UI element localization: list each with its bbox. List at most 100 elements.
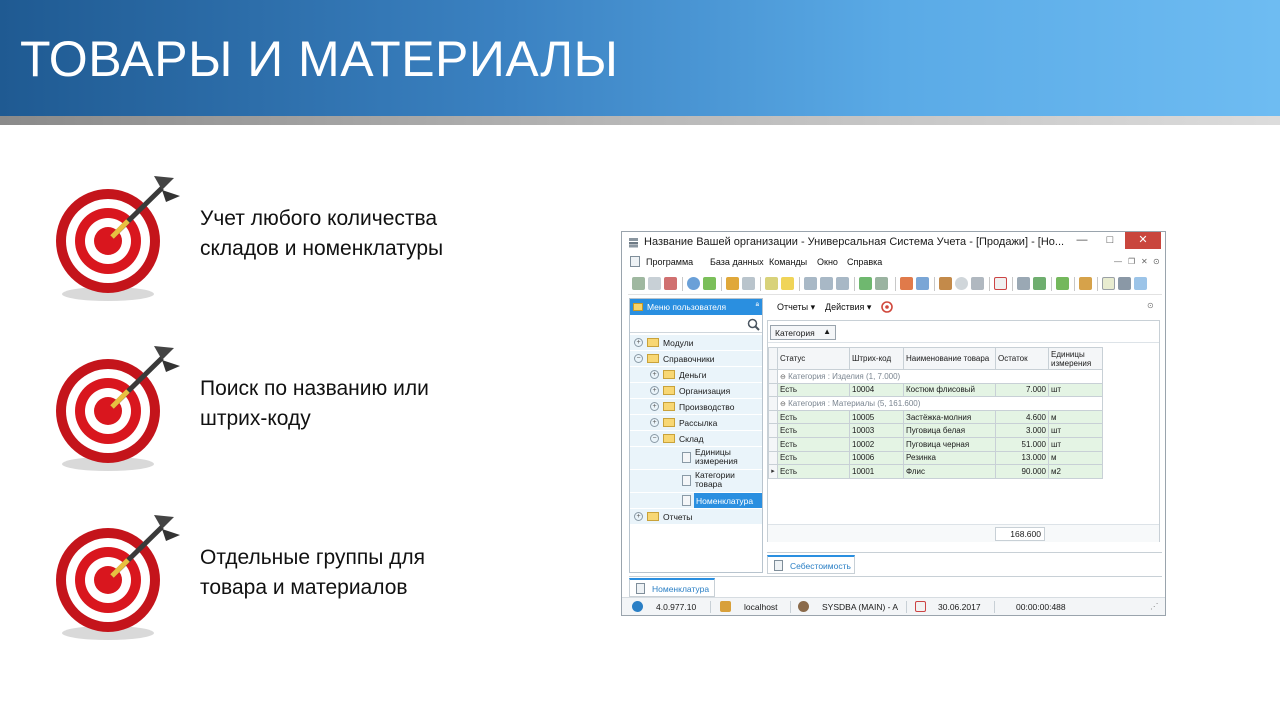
chart-icon[interactable] <box>1056 277 1069 290</box>
collapse-icon[interactable]: ⊙ <box>1153 257 1160 266</box>
tree-item-money[interactable]: + Деньги <box>630 367 762 382</box>
delete-icon[interactable] <box>664 277 677 290</box>
collapse-icon[interactable]: − <box>634 354 643 363</box>
search-icon[interactable] <box>747 318 760 331</box>
table-row[interactable]: Есть 10006 Резинка 13.000 м <box>768 450 1103 466</box>
filter-icon[interactable] <box>726 277 739 290</box>
inventory-icon[interactable] <box>939 277 952 290</box>
expand-icon[interactable]: + <box>634 338 643 347</box>
expand-icon[interactable]: + <box>650 386 659 395</box>
group-row[interactable]: ⊖ Категория : Материалы (5, 161.600) <box>768 396 1103 411</box>
pin-icon[interactable]: ª <box>756 301 759 311</box>
users-icon[interactable] <box>1079 277 1092 290</box>
folder-icon <box>663 402 675 411</box>
tree-item-warehouse[interactable]: − Склад <box>630 431 762 446</box>
group-icon[interactable] <box>836 277 849 290</box>
folder-icon <box>633 303 643 311</box>
window-titlebar[interactable]: Название Вашей организации - Универсальн… <box>622 232 1165 253</box>
filter-clear-icon[interactable] <box>742 277 755 290</box>
tree-item-references[interactable]: − Справочники <box>630 351 762 366</box>
actions-dropdown[interactable]: Действия ▾ <box>825 302 871 313</box>
close-button[interactable]: ✕ <box>1125 232 1161 249</box>
menu-search-input[interactable] <box>630 316 762 333</box>
new-record-icon[interactable] <box>632 277 645 290</box>
group-chip-category[interactable]: Категория ▲ <box>770 325 836 340</box>
group-row[interactable]: ⊖ Категория : Изделия (1, 7.000) <box>768 369 1103 384</box>
mdi-minimize-icon[interactable]: — <box>1114 257 1122 266</box>
menu-help[interactable]: Справка <box>847 257 882 267</box>
tree-item-reports[interactable]: + Отчеты <box>630 509 762 524</box>
expand-icon[interactable]: + <box>634 512 643 521</box>
bullet-3: Отдельные группы для товара и материалов <box>50 505 570 645</box>
header-stripe <box>0 116 1280 125</box>
print-preview-icon[interactable] <box>971 277 984 290</box>
status-user: SYSDBA (MAIN) - A <box>822 602 899 612</box>
collapse-icon[interactable]: ⊙ <box>1147 301 1154 310</box>
menu-program[interactable]: Программа <box>646 257 693 267</box>
column-header-status[interactable]: Статус <box>777 347 850 370</box>
share-icon[interactable] <box>1134 277 1147 290</box>
column-header-barcode[interactable]: Штрих-код <box>849 347 904 370</box>
table-row[interactable]: Есть 10004 Костюм флисовый 7.000 шт <box>768 382 1103 398</box>
calendar-icon[interactable] <box>994 277 1007 290</box>
tools-icon[interactable] <box>1017 277 1030 290</box>
expand-icon[interactable] <box>804 277 817 290</box>
note-icon[interactable] <box>781 277 794 290</box>
add-to-list-icon[interactable] <box>765 277 778 290</box>
document-icon <box>774 560 783 571</box>
tree-item-mailing[interactable]: + Рассылка <box>630 415 762 430</box>
user-menu-panel: Меню пользователя ª + Модули − Справочни… <box>629 298 763 573</box>
import-icon[interactable] <box>875 277 888 290</box>
reports-dropdown[interactable]: Отчеты ▾ <box>777 302 815 313</box>
collapse-icon[interactable]: − <box>650 434 659 443</box>
expand-icon[interactable]: + <box>650 370 659 379</box>
tab-cost[interactable]: Себестоимость <box>767 555 855 574</box>
expand-icon[interactable]: + <box>650 418 659 427</box>
refresh-icon[interactable] <box>881 301 893 313</box>
tree-item-production[interactable]: + Производство <box>630 399 762 414</box>
folder-icon <box>647 338 659 347</box>
header-band: ТОВАРЫ И МАТЕРИАЛЫ <box>0 0 1280 116</box>
menu-bar: Программа База данных Команды Окно Справ… <box>628 254 1162 270</box>
refresh-icon[interactable] <box>703 277 716 290</box>
mdi-restore-icon[interactable]: ❐ <box>1128 257 1135 266</box>
column-header-stock[interactable]: Остаток <box>995 347 1049 370</box>
status-version: 4.0.977.10 <box>656 602 697 612</box>
target-icon <box>56 515 180 640</box>
search-icon[interactable] <box>687 277 700 290</box>
bullet-1: Учет любого количества складов и номенкл… <box>50 166 570 306</box>
menu-database[interactable]: База данных <box>710 257 764 267</box>
sort-asc-icon: ▲ <box>823 327 831 336</box>
mdi-close-icon[interactable]: ✕ <box>1141 257 1148 266</box>
tree-item-organization[interactable]: + Организация <box>630 383 762 398</box>
table-row[interactable]: Есть 10005 Застёжка-молния 4.600 м <box>768 409 1103 425</box>
column-header-unit[interactable]: Единицы измерения <box>1048 347 1103 370</box>
expand-icon[interactable]: + <box>650 402 659 411</box>
export-icon[interactable] <box>859 277 872 290</box>
table-row[interactable]: Есть 10002 Пуговица черная 51.000 шт <box>768 436 1103 452</box>
window-icon[interactable] <box>916 277 929 290</box>
tree-item-units[interactable]: Единицы измерения <box>630 447 762 469</box>
collapse-icon: ⊖ <box>780 400 786 408</box>
settings-icon[interactable] <box>1033 277 1046 290</box>
menu-window[interactable]: Окно <box>817 257 838 267</box>
table-row[interactable]: Есть 10003 Пуговица белая 3.000 шт <box>768 423 1103 438</box>
table-row[interactable]: ▸ Есть 10001 Флис 90.000 м2 <box>768 464 1103 479</box>
table-icon[interactable] <box>1102 277 1115 290</box>
resize-grip-icon[interactable]: ⋰ <box>1150 601 1159 612</box>
history-icon[interactable] <box>955 277 968 290</box>
data-grid: Категория ▲ Статус Штрих-код Наименовани… <box>767 320 1160 542</box>
collapse-all-icon[interactable] <box>820 277 833 290</box>
tree-item-modules[interactable]: + Модули <box>630 335 762 350</box>
minimize-button[interactable]: — <box>1068 232 1096 249</box>
tab-nomenclature[interactable]: Номенклатура <box>629 578 715 597</box>
menu-commands[interactable]: Команды <box>769 257 807 267</box>
slide: ТОВАРЫ И МАТЕРИАЛЫ Учет любого количеств… <box>0 0 1280 720</box>
maximize-button[interactable]: □ <box>1096 232 1124 249</box>
open-icon[interactable] <box>900 277 913 290</box>
tree-item-nomenclature[interactable]: Номенклатура <box>630 493 762 508</box>
print-icon[interactable] <box>1118 277 1131 290</box>
tree-item-product-categories[interactable]: Категории товара <box>630 470 762 492</box>
column-header-name[interactable]: Наименование товара <box>903 347 996 370</box>
copy-icon[interactable] <box>648 277 661 290</box>
